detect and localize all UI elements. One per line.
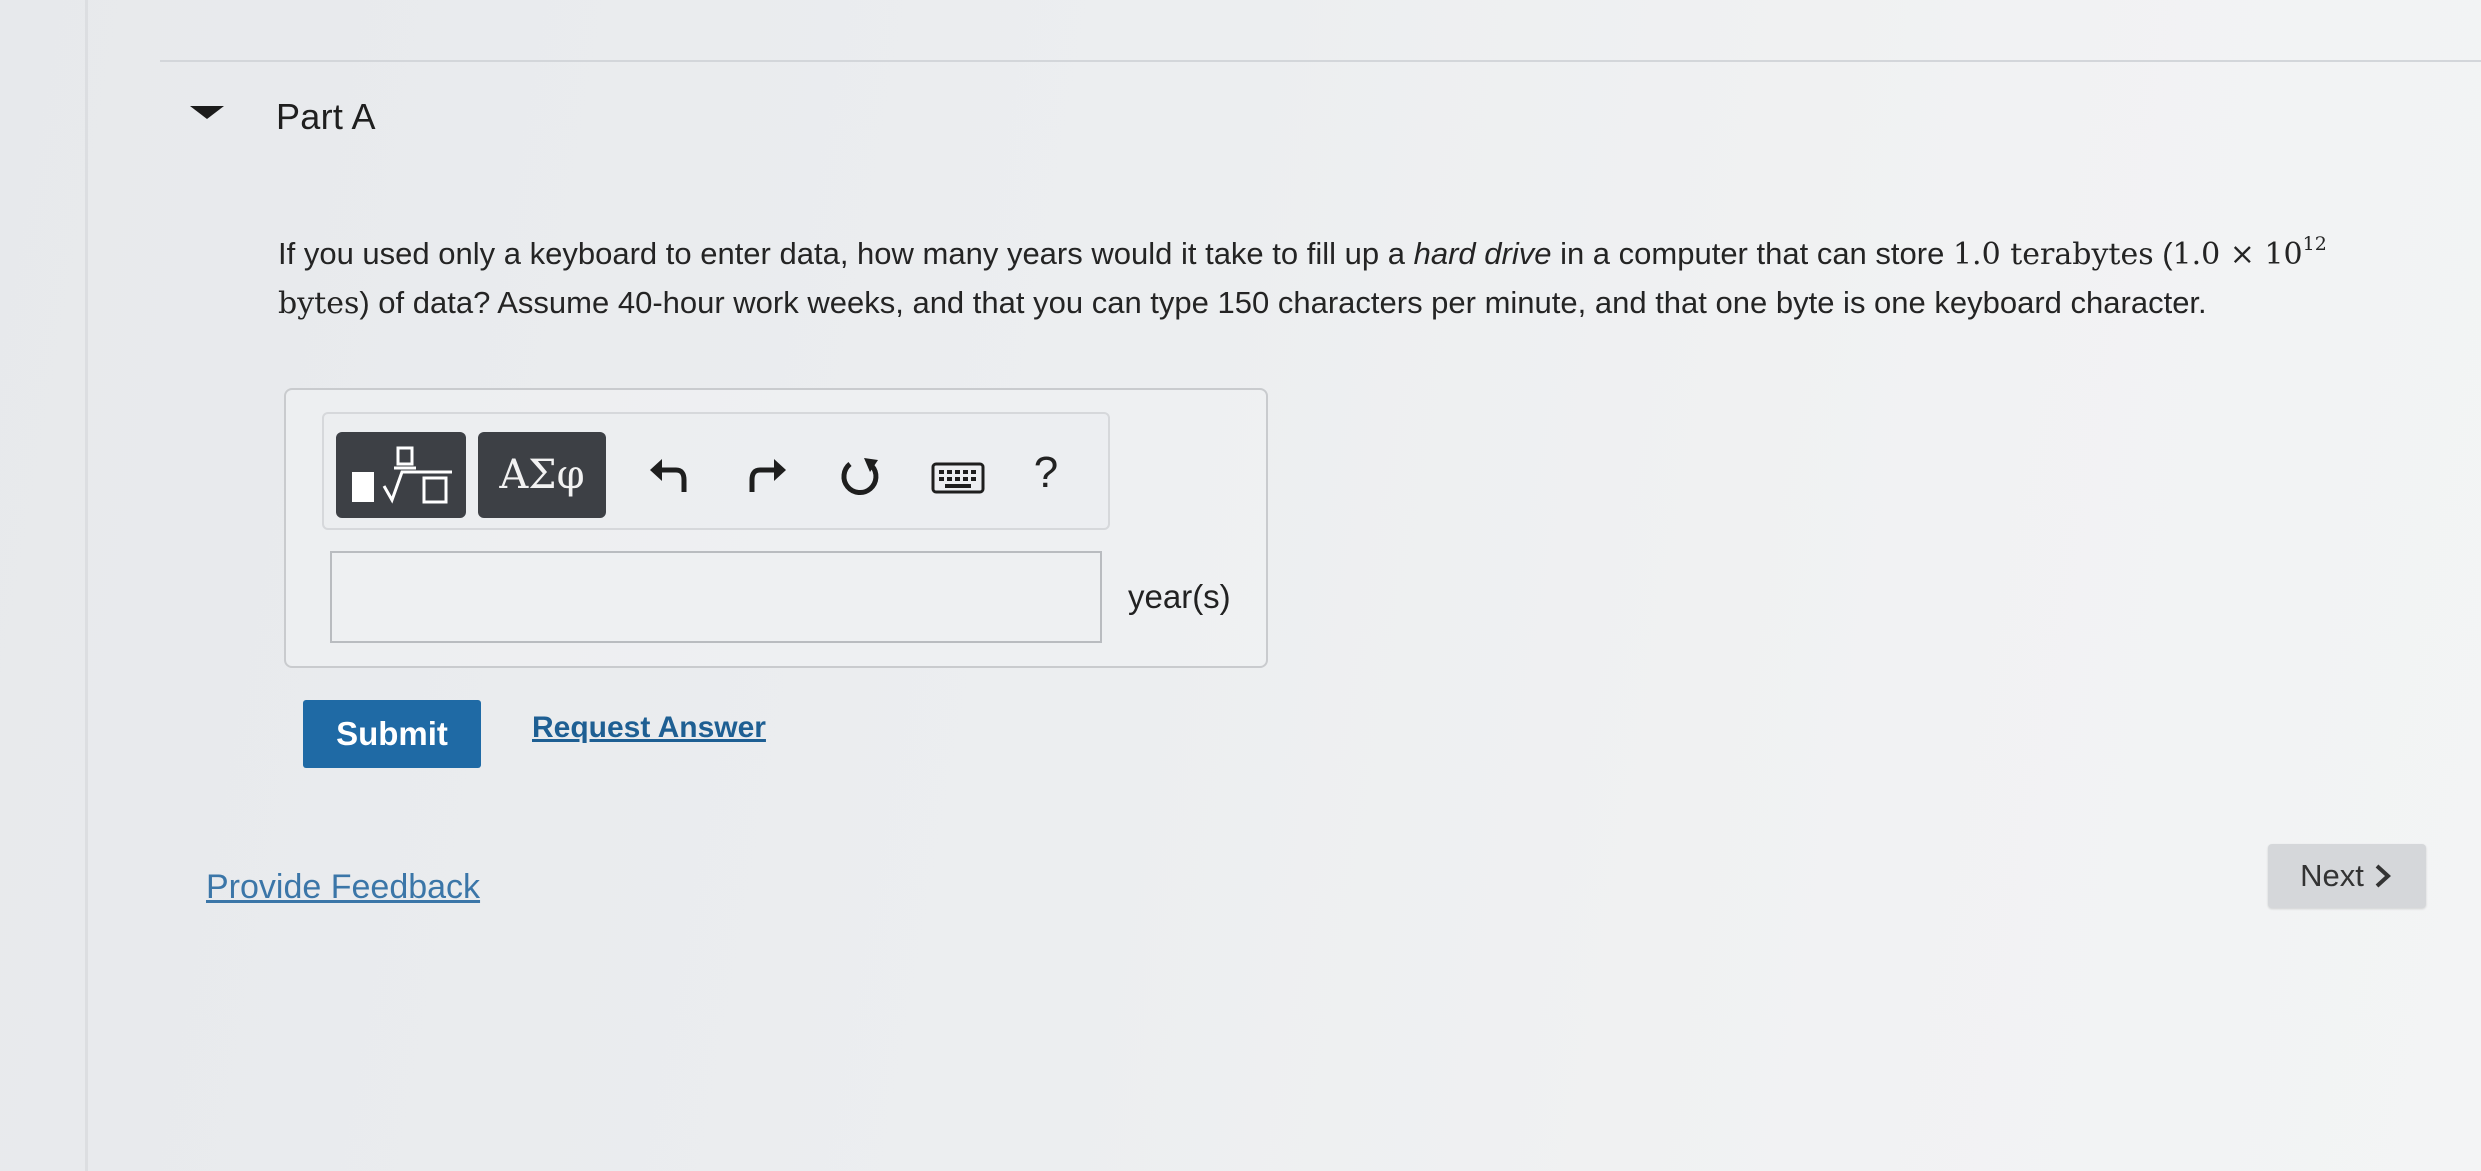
question-segment: ) of data? Assume 40-hour work weeks, an… (359, 285, 2207, 320)
next-button[interactable]: Next (2268, 844, 2426, 908)
panel-left-edge (85, 0, 88, 1171)
question-segment: ( (2153, 236, 2173, 271)
reset-icon[interactable] (832, 450, 888, 506)
submit-button[interactable]: Submit (303, 700, 481, 768)
question-emphasis: hard drive (1413, 236, 1552, 271)
keyboard-icon[interactable] (928, 450, 988, 506)
answer-input[interactable] (330, 551, 1102, 643)
triangle-down-icon[interactable] (190, 106, 224, 119)
question-math: 1.0 terabytes (1952, 237, 2154, 272)
question-exponent: 12 (2302, 233, 2327, 255)
question-math: bytes (278, 286, 360, 321)
chevron-right-icon (2375, 864, 2391, 888)
undo-icon[interactable] (640, 450, 696, 506)
redo-icon[interactable] (740, 450, 796, 506)
section-divider (160, 60, 2481, 62)
provide-feedback-link[interactable]: Provide Feedback (206, 868, 480, 907)
next-label: Next (2300, 858, 2364, 893)
fraction-root-template-icon[interactable] (336, 432, 466, 518)
question-segment: in a computer that can store (1551, 236, 1953, 271)
request-answer-link[interactable]: Request Answer (532, 711, 766, 745)
part-title: Part A (276, 96, 376, 137)
question-text: If you used only a keyboard to enter dat… (278, 230, 2378, 328)
question-math: 1.0 × 10 (2172, 237, 2303, 272)
units-label: year(s) (1128, 578, 1231, 615)
help-button[interactable]: ? (1026, 448, 1066, 508)
greek-symbols-button[interactable]: ΑΣφ (478, 432, 606, 518)
question-segment: If you used only a keyboard to enter dat… (278, 236, 1414, 271)
